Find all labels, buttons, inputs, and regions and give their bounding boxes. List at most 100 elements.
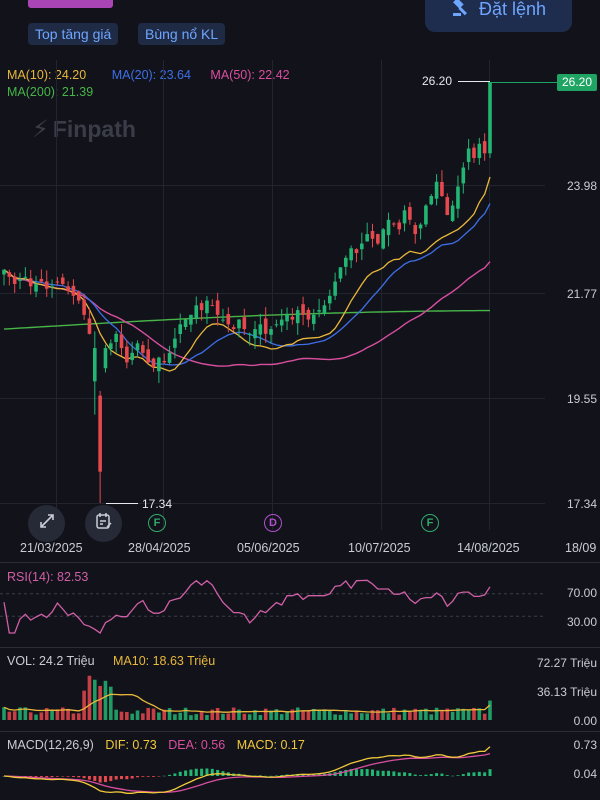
macd-hist-bar (483, 772, 487, 776)
macd-hist-bar (87, 776, 91, 780)
volume-bar (135, 710, 140, 720)
volume-bar (226, 713, 231, 720)
candle-body (295, 310, 300, 324)
volume-bar (365, 713, 369, 720)
tag-volume-breakout[interactable]: Bùng nổ KL (138, 23, 226, 45)
candle-body (311, 314, 316, 324)
rsi-axis-label: 30.00 (566, 615, 597, 629)
macd-hist-bar (114, 776, 118, 780)
macd-hist-bar (109, 776, 113, 782)
volume-bar (2, 707, 6, 720)
candle-body (55, 281, 60, 283)
macd-hist-bar (50, 776, 54, 778)
candle-body (370, 230, 375, 239)
macd-chart[interactable] (0, 740, 545, 800)
volume-bar (263, 708, 268, 720)
volume-bar (114, 709, 118, 720)
volume-bar (408, 711, 412, 720)
candle-body (333, 281, 337, 296)
macd-hist-bar (184, 770, 188, 776)
macd-hist-bar (424, 774, 428, 776)
candle-body (360, 243, 364, 250)
candle-body (146, 349, 150, 363)
tag-top-gainers[interactable]: Top tăng giá (28, 23, 119, 45)
candle-body (39, 278, 44, 282)
candle-body (301, 304, 305, 315)
rsi-chart[interactable] (0, 575, 545, 640)
event-marker-f[interactable]: F (421, 514, 439, 532)
candle-body (263, 318, 268, 334)
candle-body (226, 314, 231, 325)
volume-bar (71, 713, 76, 720)
volume-chart[interactable] (0, 660, 545, 728)
macd-hist-bar (397, 772, 401, 776)
candle-body (157, 357, 161, 372)
macd-hist-bar (61, 776, 65, 777)
panel-divider (0, 647, 600, 648)
volume-bar (210, 709, 215, 720)
macd-hist-bar (45, 776, 49, 778)
volume-bar (242, 713, 247, 720)
candle-body (338, 267, 343, 279)
candle-body (162, 360, 167, 363)
date-axis-label: 28/04/2025 (128, 541, 191, 555)
volume-bar (178, 712, 183, 720)
candle-body (60, 277, 65, 284)
candle-body (215, 300, 220, 315)
macd-hist-bar (274, 775, 278, 777)
volume-bar (189, 715, 193, 720)
event-marker-d[interactable]: D (264, 514, 282, 532)
candle-body (376, 234, 380, 244)
volume-bar (7, 711, 12, 720)
macd-hist-bar (103, 776, 107, 783)
candle-body (237, 319, 241, 329)
candle-body (354, 249, 359, 254)
volume-bar (333, 714, 337, 720)
candle-body (98, 395, 102, 472)
volume-bar (349, 713, 353, 720)
macd-hist-bar (269, 775, 273, 777)
ticker-price (28, 0, 113, 8)
price-chart[interactable] (0, 60, 545, 520)
volume-bar (434, 707, 439, 720)
candle-body (189, 314, 193, 325)
candle-body (82, 299, 86, 315)
candle-body (461, 167, 466, 184)
volume-axis-label: 0.00 (573, 714, 597, 728)
high-price-label: 26.20 (422, 74, 453, 88)
volume-bar (146, 707, 150, 720)
volume-bar (344, 710, 348, 720)
macd-hist-bar (173, 773, 177, 776)
candle-body (92, 348, 97, 382)
macd-hist-bar (387, 770, 391, 776)
candle-body (392, 223, 396, 225)
price-axis-label: 21.77 (566, 287, 597, 301)
candle-body (114, 333, 118, 342)
macd-hist-bar (419, 775, 423, 776)
volume-bar (295, 707, 300, 720)
macd-hist-bar (451, 775, 455, 777)
ma10-line (3, 176, 491, 372)
volume-bar (429, 714, 434, 720)
panel-divider (0, 731, 600, 732)
candle-body (381, 229, 385, 249)
ma200-line (3, 309, 490, 330)
candle-body (408, 207, 412, 220)
volume-ma10-line (3, 693, 491, 713)
candle-body (306, 309, 311, 320)
macd-hist-bar (119, 776, 123, 780)
place-order-button[interactable]: Đặt lệnh (425, 0, 572, 32)
candle-body (44, 281, 49, 289)
candle-body (76, 291, 81, 301)
drawing-notes-button[interactable] (85, 505, 122, 542)
macd-hist-bar (39, 776, 43, 778)
candle-body (322, 305, 327, 314)
candle-body (434, 181, 439, 199)
candle-body (183, 319, 188, 328)
event-marker-f[interactable]: F (148, 514, 166, 532)
volume-bar (66, 708, 70, 720)
expand-icon (38, 512, 56, 535)
volume-bar (194, 714, 199, 720)
expand-button[interactable] (28, 505, 65, 542)
volume-bar (322, 709, 327, 720)
